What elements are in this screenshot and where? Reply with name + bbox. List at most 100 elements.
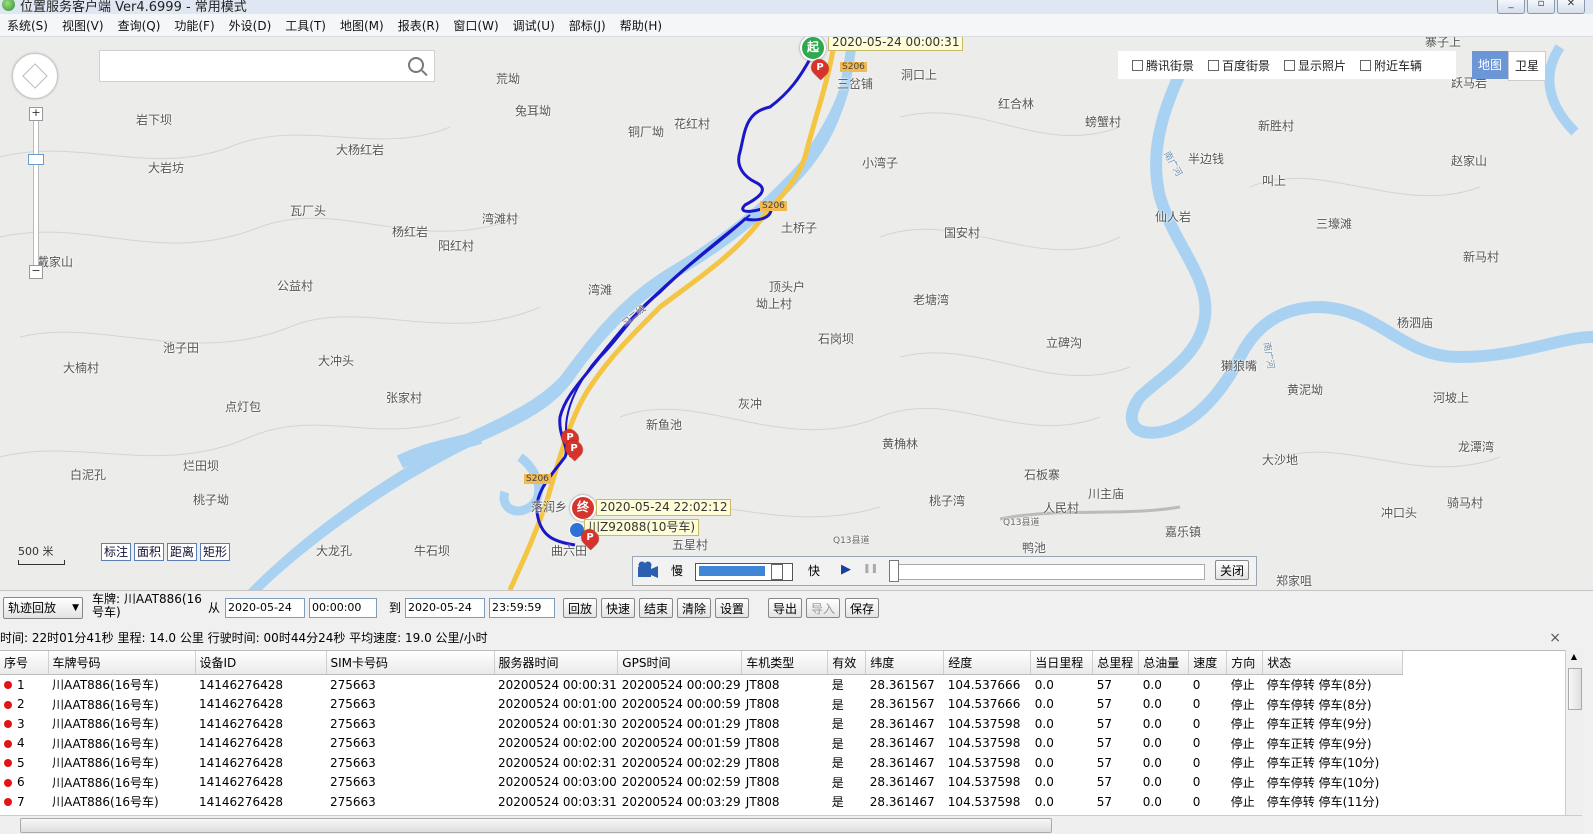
place-label: 骑马村 [1447, 496, 1484, 510]
vertical-scrollbar[interactable]: ▲ [1565, 650, 1583, 815]
from-time-field[interactable]: 00:00:00 [309, 598, 377, 618]
play-button[interactable]: ▶ [841, 562, 851, 577]
tool-mark[interactable]: 标注 [101, 543, 132, 561]
column-header[interactable]: 经度 [943, 651, 1032, 675]
column-header[interactable]: 服务器时间 [494, 651, 619, 675]
table-cell: 2 [0, 695, 48, 715]
map-type-map[interactable]: 地图 [1472, 51, 1508, 79]
column-header[interactable]: SIM卡号码 [326, 651, 495, 675]
column-header[interactable]: 纬度 [865, 651, 945, 675]
column-header[interactable]: 当日里程 [1030, 651, 1094, 675]
pause-button[interactable]: ❚❚ [863, 564, 878, 574]
close-button[interactable]: ✕ [1557, 0, 1585, 14]
menu-query[interactable]: 查询(Q) [111, 17, 168, 34]
overlay-nearby-vehicles[interactable]: 附近车辆 [1360, 57, 1422, 74]
checkbox[interactable] [1208, 59, 1220, 71]
table-row[interactable]: 6 川AAT886(16号车) 14146276428 275663 20200524 … [0, 773, 1403, 793]
table-cell: 停车正转 停车(9分) [1266, 717, 1372, 732]
import-button[interactable]: 导入 [806, 598, 841, 618]
column-header[interactable]: 车机类型 [741, 651, 829, 675]
zoom-out-button[interactable]: − [29, 265, 43, 279]
replay-button[interactable]: 回放 [563, 598, 598, 618]
zoom-track[interactable] [33, 117, 39, 269]
map-search-input[interactable] [106, 51, 400, 81]
column-header[interactable]: 方向 [1226, 651, 1264, 675]
map-type-satellite[interactable]: 卫星 [1508, 51, 1546, 81]
table-cell: 275663 [330, 677, 376, 692]
menu-help[interactable]: 帮助(H) [613, 17, 669, 34]
table-row[interactable]: 1 川AAT886(16号车) 14146276428 275663 20200524 … [0, 675, 1403, 695]
checkbox[interactable] [1132, 59, 1143, 71]
minimize-button[interactable]: _ [1497, 0, 1525, 14]
menu-report[interactable]: 报表(R) [391, 17, 447, 34]
to-date-field[interactable]: 2020-05-24 [405, 598, 485, 618]
menu-standard[interactable]: 部标(J) [562, 17, 613, 34]
overlay-show-photos[interactable]: 显示照片 [1284, 57, 1346, 74]
column-header[interactable]: 总里程 [1092, 651, 1140, 675]
column-header[interactable]: 设备ID [195, 651, 327, 675]
zoom-in-button[interactable]: + [29, 107, 43, 121]
menu-function[interactable]: 功能(F) [167, 17, 221, 34]
table-cell: 停车停转 停车(10分) [1266, 775, 1380, 790]
overlay-tencent-streetview[interactable]: 腾讯街景 [1132, 57, 1194, 74]
menu-device[interactable]: 外设(D) [222, 17, 279, 34]
column-header[interactable]: 车牌号码 [48, 651, 196, 675]
menu-tools[interactable]: 工具(T) [278, 17, 333, 34]
horizontal-scrollbar[interactable] [0, 815, 1582, 834]
scroll-up-icon[interactable]: ▲ [1568, 652, 1580, 666]
video-camera-icon[interactable] [637, 560, 659, 580]
restore-button[interactable]: ▫ [1527, 0, 1555, 14]
playback-close-button[interactable]: 关闭 [1215, 560, 1250, 580]
menu-debug[interactable]: 调试(U) [506, 17, 562, 34]
menu-view[interactable]: 视图(V) [55, 17, 111, 34]
playback-progress[interactable] [891, 564, 1205, 580]
menu-map[interactable]: 地图(M) [333, 17, 391, 34]
checkbox[interactable] [1284, 59, 1296, 71]
close-icon[interactable]: × [1549, 628, 1561, 648]
save-button[interactable]: 保存 [845, 598, 880, 618]
column-header[interactable]: 状态 [1262, 651, 1404, 675]
tool-distance[interactable]: 距离 [167, 543, 198, 561]
column-header[interactable]: 序号 [0, 651, 49, 675]
clear-button[interactable]: 清除 [677, 598, 712, 618]
column-header[interactable]: 总油量 [1138, 651, 1190, 675]
checkbox[interactable] [1360, 59, 1372, 71]
place-label: 赵家山 [1451, 154, 1488, 168]
zoom-handle[interactable] [28, 154, 44, 165]
menu-window[interactable]: 窗口(W) [446, 17, 505, 34]
pan-control[interactable] [12, 53, 58, 99]
menu-bar: 系统(S) 视图(V) 查询(Q) 功能(F) 外设(D) 工具(T) 地图(M… [0, 14, 1593, 37]
export-button[interactable]: 导出 [768, 598, 803, 618]
fast-button[interactable]: 快速 [601, 598, 636, 618]
table-row[interactable]: 5 川AAT886(16号车) 14146276428 275663 20200524 … [0, 753, 1403, 773]
tool-area[interactable]: 面积 [134, 543, 165, 561]
settings-button[interactable]: 设置 [715, 598, 750, 618]
column-header[interactable]: 速度 [1188, 651, 1228, 675]
table-cell: 57 [1096, 775, 1113, 790]
table-cell: 停车停转 停车(8分) [1266, 678, 1372, 693]
table-row[interactable]: 3 川AAT886(16号车) 14146276428 275663 20200524 … [0, 714, 1403, 734]
progress-handle[interactable] [889, 560, 899, 582]
table-row[interactable]: 7 川AAT886(16号车) 14146276428 275663 20200524 … [0, 792, 1403, 812]
table-row[interactable]: 4 川AAT886(16号车) 14146276428 275663 20200524 … [0, 734, 1403, 754]
status-dot-icon [4, 739, 12, 748]
scroll-thumb[interactable] [1568, 668, 1582, 710]
end-button[interactable]: 结束 [639, 598, 674, 618]
mode-select[interactable]: 轨迹回放 ▼ [3, 597, 83, 619]
from-date-field[interactable]: 2020-05-24 [225, 598, 305, 618]
table-cell: JT808 [745, 775, 780, 790]
menu-system[interactable]: 系统(S) [0, 17, 55, 34]
end-marker[interactable]: 终 [570, 495, 596, 521]
to-time-field[interactable]: 23:59:59 [489, 598, 555, 618]
overlay-baidu-streetview[interactable]: 百度街景 [1208, 57, 1270, 74]
column-header[interactable]: GPS时间 [617, 651, 743, 675]
tool-rectangle[interactable]: 矩形 [200, 543, 231, 561]
scroll-thumb[interactable] [20, 818, 1052, 833]
map-view[interactable]: 荒坳 兔耳坳 花红村 铜厂坳 岩下坝 大杨红岩 大岩坊 瓦厂头 杨红岩 阳红村 … [0, 37, 1593, 590]
zoom-slider[interactable]: + − [28, 107, 44, 279]
table-row[interactable]: 2 川AAT886(16号车) 14146276428 275663 20200524 … [0, 695, 1403, 715]
column-header[interactable]: 有效 [827, 651, 867, 675]
search-icon[interactable] [408, 57, 424, 73]
speed-handle[interactable] [771, 564, 783, 580]
table-cell: 14146276428 [199, 697, 283, 712]
